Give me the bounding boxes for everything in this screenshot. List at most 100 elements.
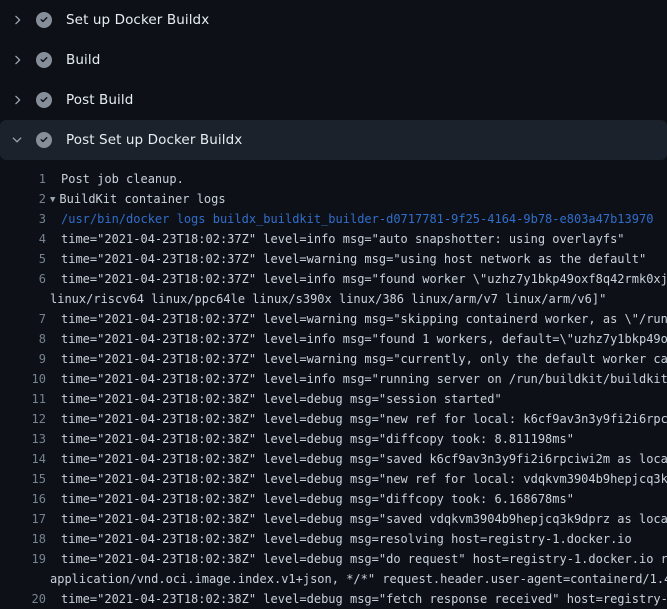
log-line-text-content: time="2021-04-23T18:02:38Z" level=debug …	[61, 532, 632, 546]
log-line-number[interactable]: 16	[0, 489, 46, 509]
log-line: 10 time="2021-04-23T18:02:37Z" level=inf…	[0, 369, 667, 389]
triangle-down-icon[interactable]: ▼	[50, 190, 55, 210]
log-line-text: time="2021-04-23T18:02:37Z" level=info m…	[61, 269, 667, 289]
log-line-text-content: Post job cleanup.	[61, 172, 184, 186]
log-line-number[interactable]: 20	[0, 589, 46, 609]
log-line: 12 time="2021-04-23T18:02:38Z" level=deb…	[0, 409, 667, 429]
log-line-text-content: time="2021-04-23T18:02:37Z" level=warnin…	[61, 312, 667, 326]
step-list: Set up Docker Buildx Build Post Build	[0, 0, 667, 160]
log-line: 7 time="2021-04-23T18:02:37Z" level=warn…	[0, 309, 667, 329]
log-line-text: ▼ BuildKit container logs	[50, 189, 226, 209]
log-line-number[interactable]: 2	[0, 189, 46, 209]
log-line-text: time="2021-04-23T18:02:38Z" level=debug …	[61, 489, 574, 509]
log-line-text-content: time="2021-04-23T18:02:38Z" level=debug …	[61, 492, 574, 506]
log-line-number[interactable]: 19	[0, 549, 46, 569]
check-circle-icon	[36, 12, 52, 28]
step-label: Build	[66, 52, 100, 68]
log-line: 17 time="2021-04-23T18:02:38Z" level=deb…	[0, 509, 667, 529]
log-line-text-content: time="2021-04-23T18:02:37Z" level=info m…	[61, 332, 667, 346]
log-line-text: time="2021-04-23T18:02:38Z" level=debug …	[61, 449, 667, 469]
chevron-down-icon	[9, 132, 25, 148]
log-line-text: time="2021-04-23T18:02:37Z" level=warnin…	[61, 249, 646, 269]
actions-log-viewer: Set up Docker Buildx Build Post Build	[0, 0, 667, 600]
log-line-text: application/vnd.oci.image.index.v1+json,…	[50, 569, 667, 589]
log-line-text: time="2021-04-23T18:02:37Z" level=info m…	[61, 369, 667, 389]
log-line-number[interactable]: 12	[0, 409, 46, 429]
log-line-text: /usr/bin/docker logs buildx_buildkit_bui…	[61, 209, 653, 229]
step-header-post-build[interactable]: Post Build	[0, 80, 667, 120]
log-line-number[interactable]: 15	[0, 469, 46, 489]
log-line-text: time="2021-04-23T18:02:38Z" level=debug …	[61, 549, 667, 569]
log-line-text: time="2021-04-23T18:02:38Z" level=debug …	[61, 429, 574, 449]
step-header-post-set-up-docker-buildx[interactable]: Post Set up Docker Buildx	[0, 120, 667, 160]
log-line-text-content: time="2021-04-23T18:02:38Z" level=debug …	[61, 412, 667, 426]
log-line-text-content: time="2021-04-23T18:02:37Z" level=info m…	[61, 232, 625, 246]
log-line-number[interactable]: 5	[0, 249, 46, 269]
log-line-number[interactable]: 17	[0, 509, 46, 529]
log-line-number[interactable]: 13	[0, 429, 46, 449]
step-header-set-up-docker-buildx[interactable]: Set up Docker Buildx	[0, 0, 667, 40]
log-line-text-content: linux/riscv64 linux/ppc64le linux/s390x …	[50, 292, 606, 306]
log-line-text-content: time="2021-04-23T18:02:37Z" level=info m…	[61, 272, 667, 286]
log-line-number[interactable]: 14	[0, 449, 46, 469]
check-circle-icon	[36, 92, 52, 108]
log-line-number[interactable]: 1	[0, 169, 46, 189]
log-line-text: time="2021-04-23T18:02:38Z" level=debug …	[61, 389, 502, 409]
log-line-number[interactable]: 7	[0, 309, 46, 329]
log-line-text-content: time="2021-04-23T18:02:37Z" level=info m…	[61, 372, 667, 386]
log-line-text: time="2021-04-23T18:02:37Z" level=warnin…	[61, 309, 667, 329]
log-line-text: time="2021-04-23T18:02:38Z" level=debug …	[61, 509, 667, 529]
chevron-right-icon	[9, 52, 25, 68]
log-line: 11 time="2021-04-23T18:02:38Z" level=deb…	[0, 389, 667, 409]
log-line: 6 time="2021-04-23T18:02:37Z" level=info…	[0, 269, 667, 289]
log-line-number[interactable]: 10	[0, 369, 46, 389]
log-line: 20 time="2021-04-23T18:02:38Z" level=deb…	[0, 589, 667, 609]
log-line-number[interactable]: 9	[0, 349, 46, 369]
log-line-text: time="2021-04-23T18:02:38Z" level=debug …	[61, 409, 667, 429]
log-line-text-content: time="2021-04-23T18:02:38Z" level=debug …	[61, 392, 502, 406]
log-line: application/vnd.oci.image.index.v1+json,…	[0, 569, 667, 589]
log-line-text: time="2021-04-23T18:02:37Z" level=info m…	[61, 229, 625, 249]
step-label: Post Build	[66, 92, 133, 108]
check-circle-icon	[36, 132, 52, 148]
log-line-text-content: BuildKit container logs	[59, 192, 225, 206]
log-line-text-content: time="2021-04-23T18:02:38Z" level=debug …	[61, 592, 667, 606]
log-line-text: time="2021-04-23T18:02:38Z" level=debug …	[61, 469, 667, 489]
log-line: 4 time="2021-04-23T18:02:37Z" level=info…	[0, 229, 667, 249]
log-line-text-content: time="2021-04-23T18:02:38Z" level=debug …	[61, 552, 667, 566]
log-line-text: time="2021-04-23T18:02:37Z" level=warnin…	[61, 349, 667, 369]
log-line-text: time="2021-04-23T18:02:37Z" level=info m…	[61, 329, 667, 349]
log-line: 5 time="2021-04-23T18:02:37Z" level=warn…	[0, 249, 667, 269]
log-line: linux/riscv64 linux/ppc64le linux/s390x …	[0, 289, 667, 309]
log-line: 16 time="2021-04-23T18:02:38Z" level=deb…	[0, 489, 667, 509]
log-line-number[interactable]: 18	[0, 529, 46, 549]
log-line: 8 time="2021-04-23T18:02:37Z" level=info…	[0, 329, 667, 349]
log-line: 2 ▼ BuildKit container logs	[0, 189, 667, 209]
check-circle-icon	[36, 52, 52, 68]
log-line-text: time="2021-04-23T18:02:38Z" level=debug …	[61, 529, 632, 549]
step-header-build[interactable]: Build	[0, 40, 667, 80]
log-line: 14 time="2021-04-23T18:02:38Z" level=deb…	[0, 449, 667, 469]
log-line-number[interactable]: 4	[0, 229, 46, 249]
log-line-text-content: time="2021-04-23T18:02:38Z" level=debug …	[61, 512, 667, 526]
log-line-number[interactable]: 8	[0, 329, 46, 349]
log-line: 9 time="2021-04-23T18:02:37Z" level=warn…	[0, 349, 667, 369]
log-line-text-content: time="2021-04-23T18:02:37Z" level=warnin…	[61, 352, 667, 366]
log-line-text: linux/riscv64 linux/ppc64le linux/s390x …	[50, 289, 606, 309]
log-line-text: time="2021-04-23T18:02:38Z" level=debug …	[61, 589, 667, 609]
log-line-text-content: time="2021-04-23T18:02:37Z" level=warnin…	[61, 252, 646, 266]
log-line-text-content: time="2021-04-23T18:02:38Z" level=debug …	[61, 452, 667, 466]
log-line-text: Post job cleanup.	[61, 169, 184, 189]
log-line: 1 Post job cleanup.	[0, 169, 667, 189]
log-line: 3 /usr/bin/docker logs buildx_buildkit_b…	[0, 209, 667, 229]
log-line: 18 time="2021-04-23T18:02:38Z" level=deb…	[0, 529, 667, 549]
log-line-text-content: time="2021-04-23T18:02:38Z" level=debug …	[61, 432, 574, 446]
chevron-right-icon	[9, 12, 25, 28]
log-line-number[interactable]: 11	[0, 389, 46, 409]
log-line: 15 time="2021-04-23T18:02:38Z" level=deb…	[0, 469, 667, 489]
log-line: 19 time="2021-04-23T18:02:38Z" level=deb…	[0, 549, 667, 569]
log-line-text-content: time="2021-04-23T18:02:38Z" level=debug …	[61, 472, 667, 486]
log-line-number[interactable]: 6	[0, 269, 46, 289]
step-label: Set up Docker Buildx	[66, 12, 209, 28]
log-line-number[interactable]: 3	[0, 209, 46, 229]
